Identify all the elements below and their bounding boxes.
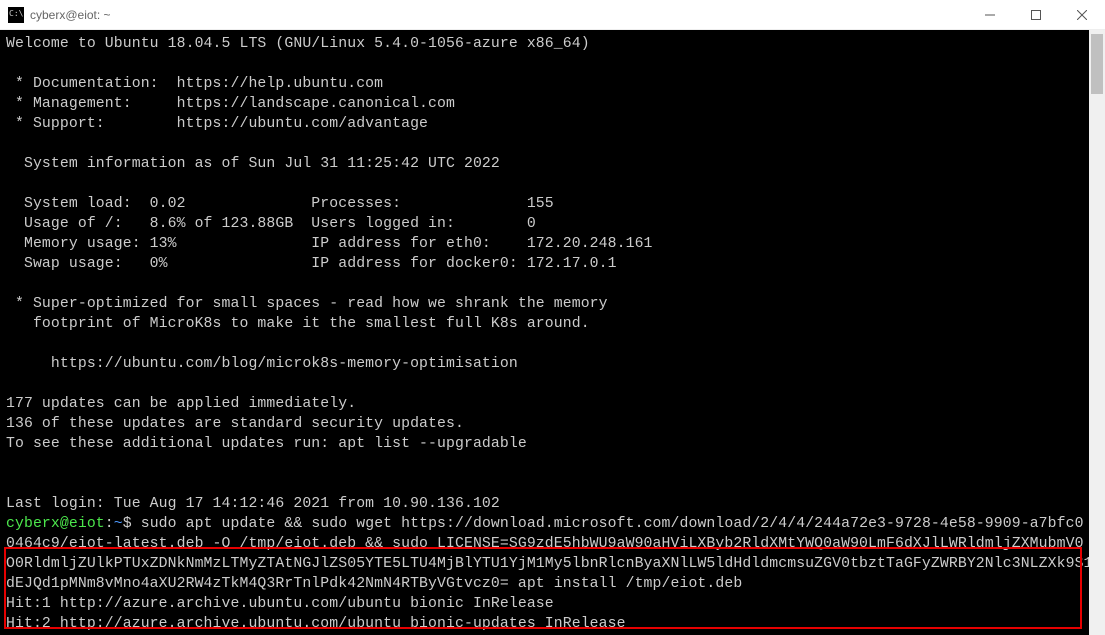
prompt-path: ~ xyxy=(114,516,123,532)
terminal-icon xyxy=(8,7,24,23)
sysinfo-row: Swap usage: 0% IP address for docker0: 1… xyxy=(6,256,617,272)
motd-optimized: * Super-optimized for small spaces - rea… xyxy=(6,296,608,312)
terminal-output[interactable]: Welcome to Ubuntu 18.04.5 LTS (GNU/Linux… xyxy=(0,30,1105,635)
close-button[interactable] xyxy=(1059,0,1105,30)
motd-support: * Support: https://ubuntu.com/advantage xyxy=(6,116,428,132)
prompt-sep: : xyxy=(105,516,114,532)
sysinfo-row: Usage of /: 8.6% of 123.88GB Users logge… xyxy=(6,216,536,232)
command-line: O0RldmljZUlkPTUxZDNkNmMzLTMyZTAtNGJlZS05… xyxy=(6,556,1105,572)
window-title: cyberx@eiot: ~ xyxy=(30,8,967,22)
prompt-end: $ xyxy=(123,516,141,532)
updates-line: 177 updates can be applied immediately. xyxy=(6,396,356,412)
command-line: 0464c9/eiot-latest.deb -O /tmp/eiot.deb … xyxy=(6,536,1084,552)
command-line: sudo apt update && sudo wget https://dow… xyxy=(141,516,1084,532)
scrollbar-thumb[interactable] xyxy=(1091,34,1103,94)
maximize-button[interactable] xyxy=(1013,0,1059,30)
motd-mgmt: * Management: https://landscape.canonica… xyxy=(6,96,455,112)
updates-line: To see these additional updates run: apt… xyxy=(6,436,527,452)
motd-doc: * Documentation: https://help.ubuntu.com xyxy=(6,76,383,92)
prompt-user: cyberx@eiot xyxy=(6,516,105,532)
apt-hit-line: Hit:1 http://azure.archive.ubuntu.com/ub… xyxy=(6,596,554,612)
motd-link: https://ubuntu.com/blog/microk8s-memory-… xyxy=(6,356,518,372)
vertical-scrollbar[interactable] xyxy=(1089,30,1105,635)
window-controls xyxy=(967,0,1105,29)
sysinfo-row: System load: 0.02 Processes: 155 xyxy=(6,196,554,212)
sysinfo-header: System information as of Sun Jul 31 11:2… xyxy=(6,156,500,172)
minimize-button[interactable] xyxy=(967,0,1013,30)
motd-optimized: footprint of MicroK8s to make it the sma… xyxy=(6,316,590,332)
last-login: Last login: Tue Aug 17 14:12:46 2021 fro… xyxy=(6,496,500,512)
sysinfo-row: Memory usage: 13% IP address for eth0: 1… xyxy=(6,236,653,252)
command-line: dEJQd1pMNm8vMno4aXU2RW4zTkM4Q3RrTnlPdk42… xyxy=(6,576,742,592)
apt-hit-line: Hit:2 http://azure.archive.ubuntu.com/ub… xyxy=(6,616,626,632)
motd-welcome: Welcome to Ubuntu 18.04.5 LTS (GNU/Linux… xyxy=(6,36,590,52)
updates-line: 136 of these updates are standard securi… xyxy=(6,416,464,432)
window-titlebar: cyberx@eiot: ~ xyxy=(0,0,1105,30)
